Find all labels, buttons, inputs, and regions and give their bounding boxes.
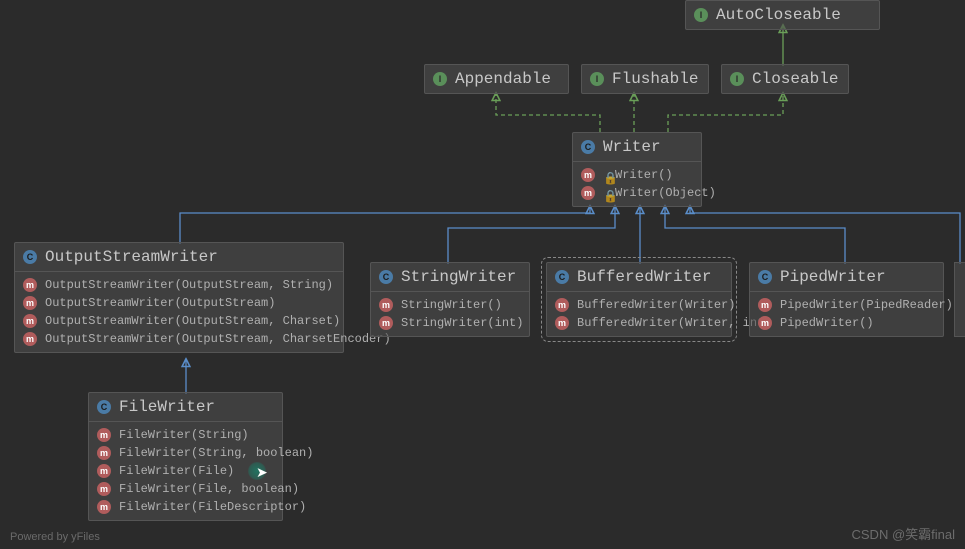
- member-row: 🔒Writer(Object): [573, 184, 701, 202]
- member-row: FileWriter(File): [89, 462, 282, 480]
- method-icon: [581, 186, 595, 200]
- node-title: OutputStreamWriter: [45, 248, 218, 266]
- lock-icon: 🔒: [603, 171, 611, 179]
- node-title: Writer: [603, 138, 661, 156]
- member-row: OutputStreamWriter(OutputStream, String): [15, 276, 343, 294]
- class-icon: [555, 270, 569, 284]
- class-icon: [379, 270, 393, 284]
- method-icon: [97, 446, 111, 460]
- method-icon: [379, 316, 393, 330]
- interface-icon: [433, 72, 447, 86]
- method-icon: [23, 296, 37, 310]
- member-row: PipedWriter(PipedReader): [750, 296, 943, 314]
- class-icon: [758, 270, 772, 284]
- node-outputstreamwriter[interactable]: OutputStreamWriter OutputStreamWriter(Ou…: [14, 242, 344, 353]
- method-icon: [97, 428, 111, 442]
- member-row: StringWriter(int): [371, 314, 529, 332]
- node-stringwriter[interactable]: StringWriter StringWriter() StringWriter…: [370, 262, 530, 337]
- method-icon: [581, 168, 595, 182]
- member-row: OutputStreamWriter(OutputStream, Charset…: [15, 330, 343, 348]
- node-partial-edge[interactable]: [954, 262, 965, 337]
- method-icon: [555, 316, 569, 330]
- method-icon: [758, 298, 772, 312]
- member-row: BufferedWriter(Writer, int): [547, 314, 731, 332]
- node-title: Closeable: [752, 70, 838, 88]
- member-row: FileWriter(FileDescriptor): [89, 498, 282, 516]
- method-icon: [379, 298, 393, 312]
- member-row: FileWriter(File, boolean): [89, 480, 282, 498]
- node-autocloseable[interactable]: AutoCloseable: [685, 0, 880, 30]
- member-row: FileWriter(String): [89, 426, 282, 444]
- member-row: OutputStreamWriter(OutputStream, Charset…: [15, 312, 343, 330]
- node-bufferedwriter[interactable]: BufferedWriter BufferedWriter(Writer) Bu…: [546, 262, 732, 337]
- member-row: OutputStreamWriter(OutputStream): [15, 294, 343, 312]
- node-flushable[interactable]: Flushable: [581, 64, 709, 94]
- method-icon: [97, 500, 111, 514]
- class-icon: [23, 250, 37, 264]
- method-icon: [97, 464, 111, 478]
- node-title: FileWriter: [119, 398, 215, 416]
- class-icon: [97, 400, 111, 414]
- method-icon: [23, 332, 37, 346]
- node-pipedwriter[interactable]: PipedWriter PipedWriter(PipedReader) Pip…: [749, 262, 944, 337]
- method-icon: [23, 314, 37, 328]
- member-row: StringWriter(): [371, 296, 529, 314]
- node-title: AutoCloseable: [716, 6, 841, 24]
- lock-icon: 🔒: [603, 189, 611, 197]
- node-filewriter[interactable]: FileWriter FileWriter(String) FileWriter…: [88, 392, 283, 521]
- node-writer[interactable]: Writer 🔒Writer() 🔒Writer(Object): [572, 132, 702, 207]
- member-row: PipedWriter(): [750, 314, 943, 332]
- node-closeable[interactable]: Closeable: [721, 64, 849, 94]
- node-title: PipedWriter: [780, 268, 886, 286]
- interface-icon: [590, 72, 604, 86]
- interface-icon: [730, 72, 744, 86]
- method-icon: [758, 316, 772, 330]
- interface-icon: [694, 8, 708, 22]
- watermark-yfiles: Powered by yFiles: [10, 531, 100, 543]
- member-row: FileWriter(String, boolean): [89, 444, 282, 462]
- node-title: Appendable: [455, 70, 551, 88]
- class-icon: [581, 140, 595, 154]
- method-icon: [555, 298, 569, 312]
- node-title: StringWriter: [401, 268, 516, 286]
- method-icon: [23, 278, 37, 292]
- member-row: 🔒Writer(): [573, 166, 701, 184]
- member-row: BufferedWriter(Writer): [547, 296, 731, 314]
- watermark-csdn: CSDN @笑霸final: [852, 524, 956, 543]
- node-appendable[interactable]: Appendable: [424, 64, 569, 94]
- node-title: Flushable: [612, 70, 698, 88]
- node-title: BufferedWriter: [577, 268, 711, 286]
- method-icon: [97, 482, 111, 496]
